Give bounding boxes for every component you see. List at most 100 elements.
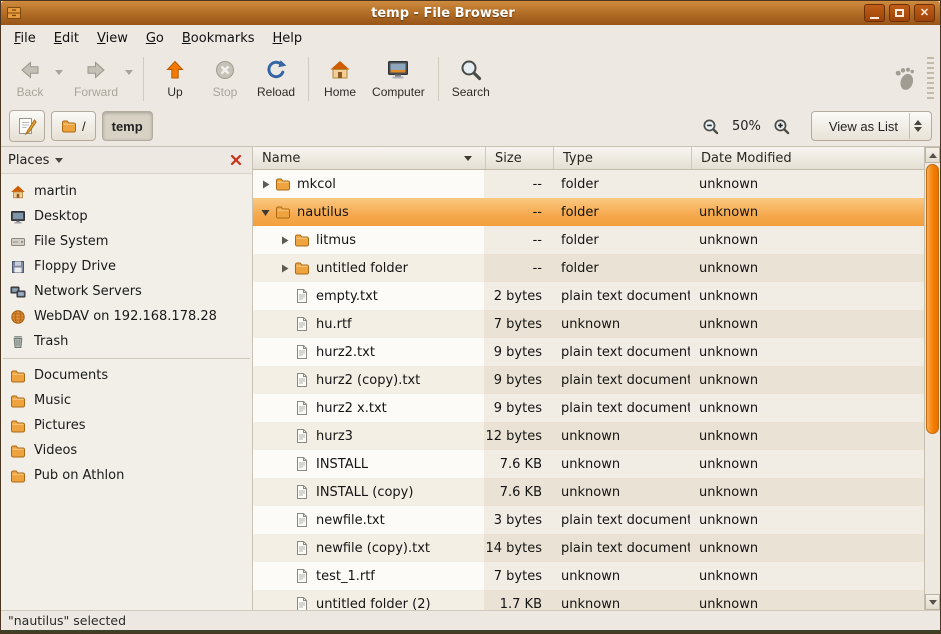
minimize-button[interactable] bbox=[864, 4, 885, 22]
scrollbar-trough[interactable] bbox=[925, 163, 940, 594]
scroll-up-button[interactable] bbox=[925, 147, 940, 163]
places-separator bbox=[3, 358, 250, 359]
file-row-install[interactable]: INSTALL7.6 KBunknownunknown bbox=[253, 450, 924, 478]
close-sidebar-button[interactable] bbox=[227, 151, 245, 169]
file-date-modified-cell: unknown bbox=[690, 534, 924, 562]
file-icon bbox=[294, 372, 310, 388]
reload-button[interactable]: Reload bbox=[250, 54, 302, 104]
toolbar-grip[interactable] bbox=[927, 57, 934, 101]
path-current-label: temp bbox=[112, 119, 143, 134]
place-label: Music bbox=[34, 393, 71, 408]
desktop-icon bbox=[10, 209, 26, 225]
place-item-pictures[interactable]: Pictures bbox=[1, 413, 252, 438]
column-header-type[interactable]: Type bbox=[554, 147, 692, 169]
folder-icon bbox=[10, 368, 26, 384]
menu-go[interactable]: Go bbox=[137, 25, 173, 51]
file-type-cell: plain text document bbox=[552, 338, 690, 366]
place-item-network-servers[interactable]: Network Servers bbox=[1, 279, 252, 304]
place-item-music[interactable]: Music bbox=[1, 388, 252, 413]
scroll-down-button[interactable] bbox=[925, 594, 940, 610]
menubar: FileEditViewGoBookmarksHelp bbox=[1, 25, 940, 51]
zoom-in-button[interactable] bbox=[769, 113, 795, 139]
menu-bookmarks[interactable]: Bookmarks bbox=[173, 25, 264, 51]
file-type-cell: unknown bbox=[552, 478, 690, 506]
file-row-test-1-rtf[interactable]: test_1.rtf7 bytesunknownunknown bbox=[253, 562, 924, 590]
file-size-cell: 7.6 KB bbox=[484, 450, 552, 478]
column-header-size[interactable]: Size bbox=[486, 147, 554, 169]
file-name: test_1.rtf bbox=[316, 569, 375, 584]
file-icon bbox=[294, 456, 310, 472]
path-button-root[interactable]: / bbox=[51, 111, 96, 141]
menu-help[interactable]: Help bbox=[264, 25, 312, 51]
maximize-button[interactable] bbox=[889, 4, 910, 22]
edit-location-icon bbox=[17, 116, 37, 136]
expander-collapsed-icon[interactable] bbox=[259, 178, 272, 191]
file-row-mkcol[interactable]: mkcol--folderunknown bbox=[253, 170, 924, 198]
file-row-nautilus[interactable]: nautilus--folderunknown bbox=[253, 198, 924, 226]
file-row-hurz2-txt[interactable]: hurz2.txt9 bytesplain text documentunkno… bbox=[253, 338, 924, 366]
place-item-file-system[interactable]: File System bbox=[1, 229, 252, 254]
minimize-icon bbox=[870, 17, 879, 19]
place-item-documents[interactable]: Documents bbox=[1, 363, 252, 388]
place-item-videos[interactable]: Videos bbox=[1, 438, 252, 463]
file-icon bbox=[294, 288, 310, 304]
reload-icon bbox=[264, 58, 288, 82]
expander-collapsed-icon[interactable] bbox=[278, 262, 291, 275]
menu-file[interactable]: File bbox=[5, 25, 45, 51]
expander-collapsed-icon[interactable] bbox=[278, 234, 291, 247]
file-name: newfile (copy).txt bbox=[316, 541, 430, 556]
menu-edit[interactable]: Edit bbox=[45, 25, 88, 51]
place-item-trash[interactable]: Trash bbox=[1, 329, 252, 354]
file-row-newfile-copy-txt[interactable]: newfile (copy).txt14 bytesplain text doc… bbox=[253, 534, 924, 562]
zoom-out-button[interactable] bbox=[698, 113, 724, 139]
vertical-scrollbar[interactable] bbox=[924, 147, 940, 610]
file-row-untitled-folder[interactable]: untitled folder--folderunknown bbox=[253, 254, 924, 282]
place-item-pub-on-athlon[interactable]: Pub on Athlon bbox=[1, 463, 252, 488]
column-name-label: Name bbox=[262, 151, 300, 166]
column-header-date-modified[interactable]: Date Modified bbox=[692, 147, 924, 169]
expander-expanded-icon[interactable] bbox=[259, 206, 272, 219]
menu-view[interactable]: View bbox=[88, 25, 137, 51]
file-row-hu-rtf[interactable]: hu.rtf7 bytesunknownunknown bbox=[253, 310, 924, 338]
file-size-cell: -- bbox=[484, 226, 552, 254]
file-date-modified-cell: unknown bbox=[690, 310, 924, 338]
path-button-current[interactable]: temp bbox=[102, 111, 153, 141]
file-row-hurz3[interactable]: hurz312 bytesunknownunknown bbox=[253, 422, 924, 450]
place-item-martin[interactable]: martin bbox=[1, 179, 252, 204]
home-icon bbox=[328, 58, 352, 82]
place-item-webdav-on-192-168-178-28[interactable]: WebDAV on 192.168.178.28 bbox=[1, 304, 252, 329]
places-dropdown-icon[interactable] bbox=[55, 158, 63, 163]
scrollbar-thumb[interactable] bbox=[926, 164, 939, 434]
file-row-install-copy-[interactable]: INSTALL (copy)7.6 KBunknownunknown bbox=[253, 478, 924, 506]
titlebar[interactable]: temp - File Browser ✕ bbox=[1, 1, 940, 25]
file-row-newfile-txt[interactable]: newfile.txt3 bytesplain text documentunk… bbox=[253, 506, 924, 534]
file-size-cell: 7.6 KB bbox=[484, 478, 552, 506]
file-rows: mkcol--folderunknownnautilus--folderunkn… bbox=[253, 170, 924, 610]
file-row-hurz2-x-txt[interactable]: hurz2 x.txt9 bytesplain text documentunk… bbox=[253, 394, 924, 422]
file-size-cell: 9 bytes bbox=[484, 394, 552, 422]
place-item-desktop[interactable]: Desktop bbox=[1, 204, 252, 229]
reload-label: Reload bbox=[257, 85, 295, 99]
back-icon bbox=[18, 58, 42, 82]
view-mode-selector[interactable]: View as List bbox=[811, 111, 932, 141]
toggle-location-entry-button[interactable] bbox=[9, 110, 45, 142]
home-button[interactable]: Home bbox=[315, 54, 365, 104]
file-row-untitled-folder-2-[interactable]: untitled folder (2)1.7 KBunknownunknown bbox=[253, 590, 924, 610]
file-row-hurz2-copy-txt[interactable]: hurz2 (copy).txt9 bytesplain text docume… bbox=[253, 366, 924, 394]
folder-icon bbox=[294, 260, 310, 276]
file-name: untitled folder (2) bbox=[316, 597, 431, 611]
search-button[interactable]: Search bbox=[445, 54, 497, 104]
close-button[interactable]: ✕ bbox=[914, 4, 935, 22]
place-item-floppy-drive[interactable]: Floppy Drive bbox=[1, 254, 252, 279]
file-name-cell: newfile (copy).txt bbox=[253, 534, 484, 562]
computer-button[interactable]: Computer bbox=[365, 54, 432, 104]
up-icon bbox=[163, 58, 187, 82]
up-button[interactable]: Up bbox=[150, 54, 200, 104]
file-row-empty-txt[interactable]: empty.txt2 bytesplain text documentunkno… bbox=[253, 282, 924, 310]
file-row-litmus[interactable]: litmus--folderunknown bbox=[253, 226, 924, 254]
column-header-name[interactable]: Name bbox=[253, 147, 486, 169]
back-button: Back bbox=[5, 54, 55, 104]
floppy-icon bbox=[10, 259, 26, 275]
file-type-cell: unknown bbox=[552, 562, 690, 590]
file-icon bbox=[294, 316, 310, 332]
